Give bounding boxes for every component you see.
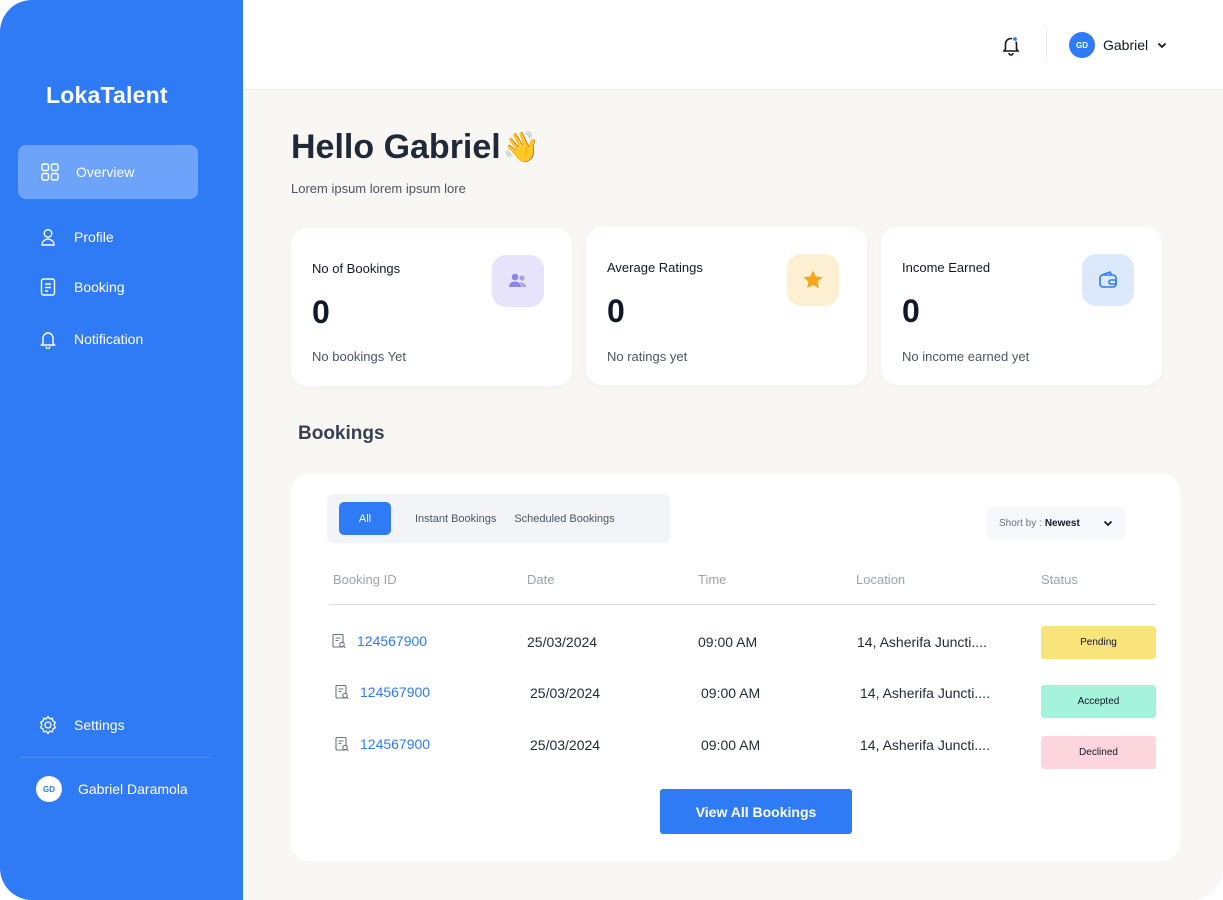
user-name: Gabriel (1103, 37, 1149, 53)
sidebar: LokaTalent Overview Profile Booking Noti… (0, 0, 243, 900)
view-all-bookings-button[interactable]: View All Bookings (660, 789, 852, 834)
notification-bell-icon[interactable] (1000, 34, 1022, 56)
column-header: Booking ID (333, 572, 397, 587)
status-badge: Pending (1041, 626, 1156, 659)
page-subtitle: Lorem ipsum lorem ipsum lore (291, 181, 466, 196)
booking-date: 25/03/2024 (530, 685, 601, 701)
user-menu[interactable]: GD Gabriel (1069, 32, 1168, 58)
booking-id: 124567900 (360, 684, 431, 700)
wallet-icon (1082, 254, 1134, 306)
booking-id-link[interactable]: 124567900 (334, 684, 430, 700)
document-search-icon (335, 736, 349, 752)
tab-scheduled-bookings[interactable]: Scheduled Bookings (506, 502, 622, 535)
app-frame: LokaTalent Overview Profile Booking Noti… (0, 0, 1223, 900)
booking-id-link[interactable]: 124567900 (331, 633, 427, 649)
people-icon (492, 255, 544, 307)
brand-logo: LokaTalent (46, 82, 168, 108)
sidebar-item-profile[interactable]: Profile (18, 210, 198, 264)
booking-doc-icon (38, 277, 58, 297)
stat-card-bookings: No of Bookings 0 No bookings Yet (291, 228, 572, 386)
grid-icon (40, 162, 60, 182)
status-badge: Accepted (1041, 685, 1156, 718)
top-bar: GD Gabriel (243, 0, 1223, 90)
booking-id-link[interactable]: 124567900 (334, 736, 430, 752)
column-header: Date (527, 572, 555, 587)
tab-all[interactable]: All (339, 502, 391, 535)
sort-prefix: Short by : (999, 518, 1042, 529)
wave-emoji: 👋 (502, 131, 541, 164)
sidebar-item-booking[interactable]: Booking (18, 260, 198, 314)
stat-card-ratings: Average Ratings 0 No ratings yet (586, 227, 867, 385)
card-note: No bookings Yet (312, 349, 406, 364)
greeting-text: Hello Gabriel (291, 128, 501, 166)
sidebar-item-notification[interactable]: Notification (18, 312, 198, 366)
card-label: No of Bookings (312, 261, 401, 276)
booking-date: 25/03/2024 (527, 634, 598, 650)
booking-location: 14, Asherifa Juncti.... (860, 685, 990, 701)
user-icon (38, 227, 58, 247)
card-value: 0 (902, 293, 920, 329)
column-header: Status (1041, 572, 1078, 587)
booking-time: 09:00 AM (701, 737, 761, 753)
sort-value: Newest (1044, 518, 1080, 529)
column-header: Location (856, 572, 906, 587)
booking-location: 14, Asherifa Juncti.... (857, 634, 987, 650)
status-badge: Declined (1041, 736, 1156, 769)
column-header: Time (698, 572, 727, 587)
sidebar-item-label: Overview (76, 164, 135, 180)
stat-card-income: Income Earned 0 No income earned yet (881, 227, 1162, 385)
booking-location: 14, Asherifa Juncti.... (860, 737, 990, 753)
booking-time: 09:00 AM (701, 685, 761, 701)
avatar: GD (36, 776, 62, 802)
topbar-divider (1046, 28, 1047, 62)
star-icon (787, 254, 839, 306)
table-row[interactable]: 124567900 25/03/2024 09:00 AM 14, Asheri… (329, 736, 1156, 770)
sort-dropdown[interactable]: Short by : Newest (986, 507, 1126, 540)
booking-id: 124567900 (357, 633, 428, 649)
card-value: 0 (312, 294, 330, 330)
sidebar-item-label: Profile (74, 229, 114, 245)
card-value: 0 (607, 293, 625, 329)
table-divider (329, 604, 1156, 605)
card-note: No income earned yet (902, 349, 1030, 364)
document-search-icon (332, 633, 346, 649)
sidebar-user[interactable]: GD Gabriel Daramola (36, 776, 188, 802)
sidebar-item-settings[interactable]: Settings (18, 698, 198, 752)
table-header: Booking ID Date Time Location Status (329, 572, 1156, 592)
tab-instant-bookings[interactable]: Instant Bookings (407, 502, 504, 535)
sidebar-divider (20, 757, 210, 758)
card-label: Average Ratings (607, 260, 703, 275)
bookings-panel: All Instant Bookings Scheduled Bookings … (291, 474, 1180, 861)
chevron-down-icon (1103, 520, 1113, 527)
table-row[interactable]: 124567900 25/03/2024 09:00 AM 14, Asheri… (329, 626, 1156, 660)
page-title: Hello Gabriel 👋 (291, 128, 540, 167)
card-label: Income Earned (902, 260, 991, 275)
card-note: No ratings yet (607, 349, 688, 364)
booking-id: 124567900 (360, 736, 431, 752)
bookings-section-title: Bookings (298, 423, 385, 444)
booking-date: 25/03/2024 (530, 737, 601, 753)
table-row[interactable]: 124567900 25/03/2024 09:00 AM 14, Asheri… (329, 684, 1156, 719)
sidebar-item-label: Notification (74, 331, 144, 347)
avatar: GD (1069, 32, 1095, 58)
booking-tabs: All Instant Bookings Scheduled Bookings (327, 494, 670, 543)
bell-icon (38, 329, 58, 349)
settings-label: Settings (74, 717, 125, 733)
gear-icon (38, 715, 58, 735)
sidebar-item-overview[interactable]: Overview (18, 145, 198, 199)
document-search-icon (335, 684, 349, 700)
sidebar-user-name: Gabriel Daramola (78, 781, 188, 797)
chevron-down-icon (1158, 42, 1167, 49)
sidebar-item-label: Booking (74, 279, 125, 295)
booking-time: 09:00 AM (698, 634, 758, 650)
